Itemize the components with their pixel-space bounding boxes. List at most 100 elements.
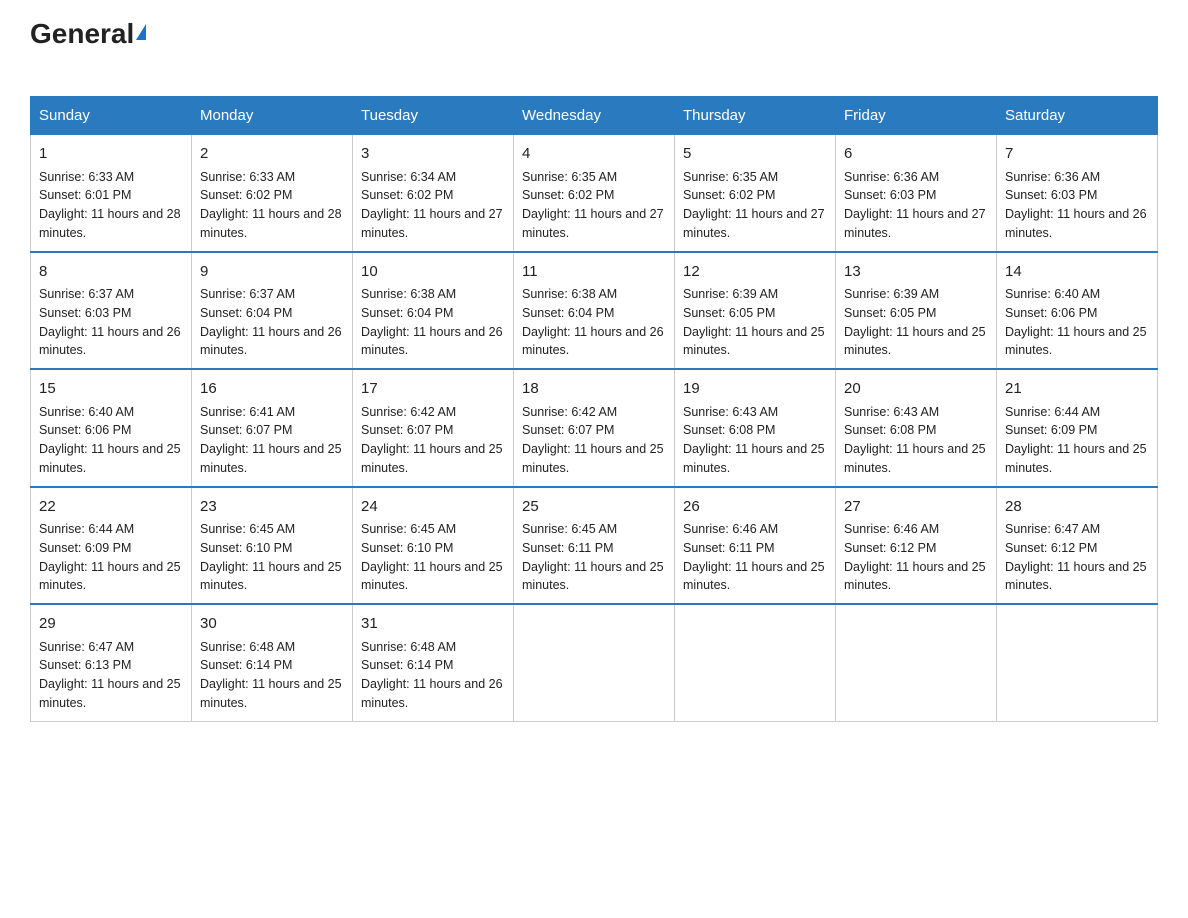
sunset-label: Sunset: 6:09 PM <box>1005 423 1097 437</box>
header-friday: Friday <box>836 97 997 135</box>
table-row: 31 Sunrise: 6:48 AM Sunset: 6:14 PM Dayl… <box>353 604 514 721</box>
daylight-label: Daylight: 11 hours and 27 minutes. <box>361 207 503 240</box>
table-row: 21 Sunrise: 6:44 AM Sunset: 6:09 PM Dayl… <box>997 369 1158 487</box>
sunset-label: Sunset: 6:09 PM <box>39 541 131 555</box>
sunrise-label: Sunrise: 6:41 AM <box>200 405 295 419</box>
calendar-week-row: 29 Sunrise: 6:47 AM Sunset: 6:13 PM Dayl… <box>31 604 1158 721</box>
daylight-label: Daylight: 11 hours and 25 minutes. <box>361 442 503 475</box>
day-number: 21 <box>1005 378 1149 401</box>
daylight-label: Daylight: 11 hours and 25 minutes. <box>39 677 181 710</box>
header-sunday: Sunday <box>31 97 192 135</box>
daylight-label: Daylight: 11 hours and 28 minutes. <box>200 207 342 240</box>
sunset-label: Sunset: 6:04 PM <box>361 306 453 320</box>
day-number: 31 <box>361 613 505 636</box>
table-row: 19 Sunrise: 6:43 AM Sunset: 6:08 PM Dayl… <box>675 369 836 487</box>
sunrise-label: Sunrise: 6:34 AM <box>361 170 456 184</box>
daylight-label: Daylight: 11 hours and 25 minutes. <box>200 560 342 593</box>
day-number: 9 <box>200 261 344 284</box>
table-row: 4 Sunrise: 6:35 AM Sunset: 6:02 PM Dayli… <box>514 135 675 252</box>
sunset-label: Sunset: 6:07 PM <box>361 423 453 437</box>
sunset-label: Sunset: 6:05 PM <box>844 306 936 320</box>
table-row: 29 Sunrise: 6:47 AM Sunset: 6:13 PM Dayl… <box>31 604 192 721</box>
daylight-label: Daylight: 11 hours and 25 minutes. <box>39 442 181 475</box>
day-number: 26 <box>683 496 827 519</box>
daylight-label: Daylight: 11 hours and 25 minutes. <box>683 442 825 475</box>
sunset-label: Sunset: 6:06 PM <box>1005 306 1097 320</box>
day-number: 29 <box>39 613 183 636</box>
day-number: 27 <box>844 496 988 519</box>
sunrise-label: Sunrise: 6:37 AM <box>200 287 295 301</box>
daylight-label: Daylight: 11 hours and 26 minutes. <box>200 325 342 358</box>
table-row: 30 Sunrise: 6:48 AM Sunset: 6:14 PM Dayl… <box>192 604 353 721</box>
sunset-label: Sunset: 6:04 PM <box>522 306 614 320</box>
sunset-label: Sunset: 6:11 PM <box>683 541 775 555</box>
table-row: 8 Sunrise: 6:37 AM Sunset: 6:03 PM Dayli… <box>31 252 192 370</box>
day-number: 7 <box>1005 143 1149 166</box>
sunrise-label: Sunrise: 6:42 AM <box>361 405 456 419</box>
sunrise-label: Sunrise: 6:36 AM <box>1005 170 1100 184</box>
sunset-label: Sunset: 6:02 PM <box>361 188 453 202</box>
header-saturday: Saturday <box>997 97 1158 135</box>
daylight-label: Daylight: 11 hours and 26 minutes. <box>1005 207 1147 240</box>
day-number: 12 <box>683 261 827 284</box>
table-row: 22 Sunrise: 6:44 AM Sunset: 6:09 PM Dayl… <box>31 487 192 605</box>
table-row <box>836 604 997 721</box>
table-row: 26 Sunrise: 6:46 AM Sunset: 6:11 PM Dayl… <box>675 487 836 605</box>
sunset-label: Sunset: 6:02 PM <box>683 188 775 202</box>
day-number: 18 <box>522 378 666 401</box>
sunrise-label: Sunrise: 6:39 AM <box>683 287 778 301</box>
table-row: 28 Sunrise: 6:47 AM Sunset: 6:12 PM Dayl… <box>997 487 1158 605</box>
daylight-label: Daylight: 11 hours and 25 minutes. <box>39 560 181 593</box>
daylight-label: Daylight: 11 hours and 25 minutes. <box>522 442 664 475</box>
header-tuesday: Tuesday <box>353 97 514 135</box>
table-row: 25 Sunrise: 6:45 AM Sunset: 6:11 PM Dayl… <box>514 487 675 605</box>
day-number: 19 <box>683 378 827 401</box>
calendar-week-row: 8 Sunrise: 6:37 AM Sunset: 6:03 PM Dayli… <box>31 252 1158 370</box>
sunrise-label: Sunrise: 6:44 AM <box>39 522 134 536</box>
sunrise-label: Sunrise: 6:40 AM <box>1005 287 1100 301</box>
day-number: 16 <box>200 378 344 401</box>
table-row: 1 Sunrise: 6:33 AM Sunset: 6:01 PM Dayli… <box>31 135 192 252</box>
table-row: 10 Sunrise: 6:38 AM Sunset: 6:04 PM Dayl… <box>353 252 514 370</box>
table-row: 16 Sunrise: 6:41 AM Sunset: 6:07 PM Dayl… <box>192 369 353 487</box>
sunset-label: Sunset: 6:01 PM <box>39 188 131 202</box>
daylight-label: Daylight: 11 hours and 25 minutes. <box>1005 325 1147 358</box>
sunrise-label: Sunrise: 6:46 AM <box>844 522 939 536</box>
table-row: 3 Sunrise: 6:34 AM Sunset: 6:02 PM Dayli… <box>353 135 514 252</box>
sunset-label: Sunset: 6:03 PM <box>844 188 936 202</box>
header-wednesday: Wednesday <box>514 97 675 135</box>
table-row: 13 Sunrise: 6:39 AM Sunset: 6:05 PM Dayl… <box>836 252 997 370</box>
sunset-label: Sunset: 6:11 PM <box>522 541 614 555</box>
sunrise-label: Sunrise: 6:40 AM <box>39 405 134 419</box>
table-row <box>997 604 1158 721</box>
table-row: 9 Sunrise: 6:37 AM Sunset: 6:04 PM Dayli… <box>192 252 353 370</box>
calendar-table: Sunday Monday Tuesday Wednesday Thursday… <box>30 96 1158 722</box>
daylight-label: Daylight: 11 hours and 27 minutes. <box>522 207 664 240</box>
sunrise-label: Sunrise: 6:43 AM <box>683 405 778 419</box>
sunset-label: Sunset: 6:12 PM <box>1005 541 1097 555</box>
day-number: 3 <box>361 143 505 166</box>
table-row: 23 Sunrise: 6:45 AM Sunset: 6:10 PM Dayl… <box>192 487 353 605</box>
daylight-label: Daylight: 11 hours and 25 minutes. <box>1005 560 1147 593</box>
daylight-label: Daylight: 11 hours and 28 minutes. <box>39 207 181 240</box>
daylight-label: Daylight: 11 hours and 25 minutes. <box>200 442 342 475</box>
logo-triangle-icon <box>136 24 146 40</box>
day-number: 22 <box>39 496 183 519</box>
sunrise-label: Sunrise: 6:47 AM <box>39 640 134 654</box>
sunrise-label: Sunrise: 6:37 AM <box>39 287 134 301</box>
day-number: 24 <box>361 496 505 519</box>
day-number: 1 <box>39 143 183 166</box>
table-row: 24 Sunrise: 6:45 AM Sunset: 6:10 PM Dayl… <box>353 487 514 605</box>
daylight-label: Daylight: 11 hours and 25 minutes. <box>844 442 986 475</box>
daylight-label: Daylight: 11 hours and 26 minutes. <box>39 325 181 358</box>
table-row: 27 Sunrise: 6:46 AM Sunset: 6:12 PM Dayl… <box>836 487 997 605</box>
sunrise-label: Sunrise: 6:38 AM <box>522 287 617 301</box>
sunset-label: Sunset: 6:13 PM <box>39 658 131 672</box>
table-row <box>514 604 675 721</box>
sunset-label: Sunset: 6:03 PM <box>1005 188 1097 202</box>
sunrise-label: Sunrise: 6:48 AM <box>361 640 456 654</box>
day-number: 13 <box>844 261 988 284</box>
day-number: 30 <box>200 613 344 636</box>
sunrise-label: Sunrise: 6:48 AM <box>200 640 295 654</box>
day-number: 2 <box>200 143 344 166</box>
